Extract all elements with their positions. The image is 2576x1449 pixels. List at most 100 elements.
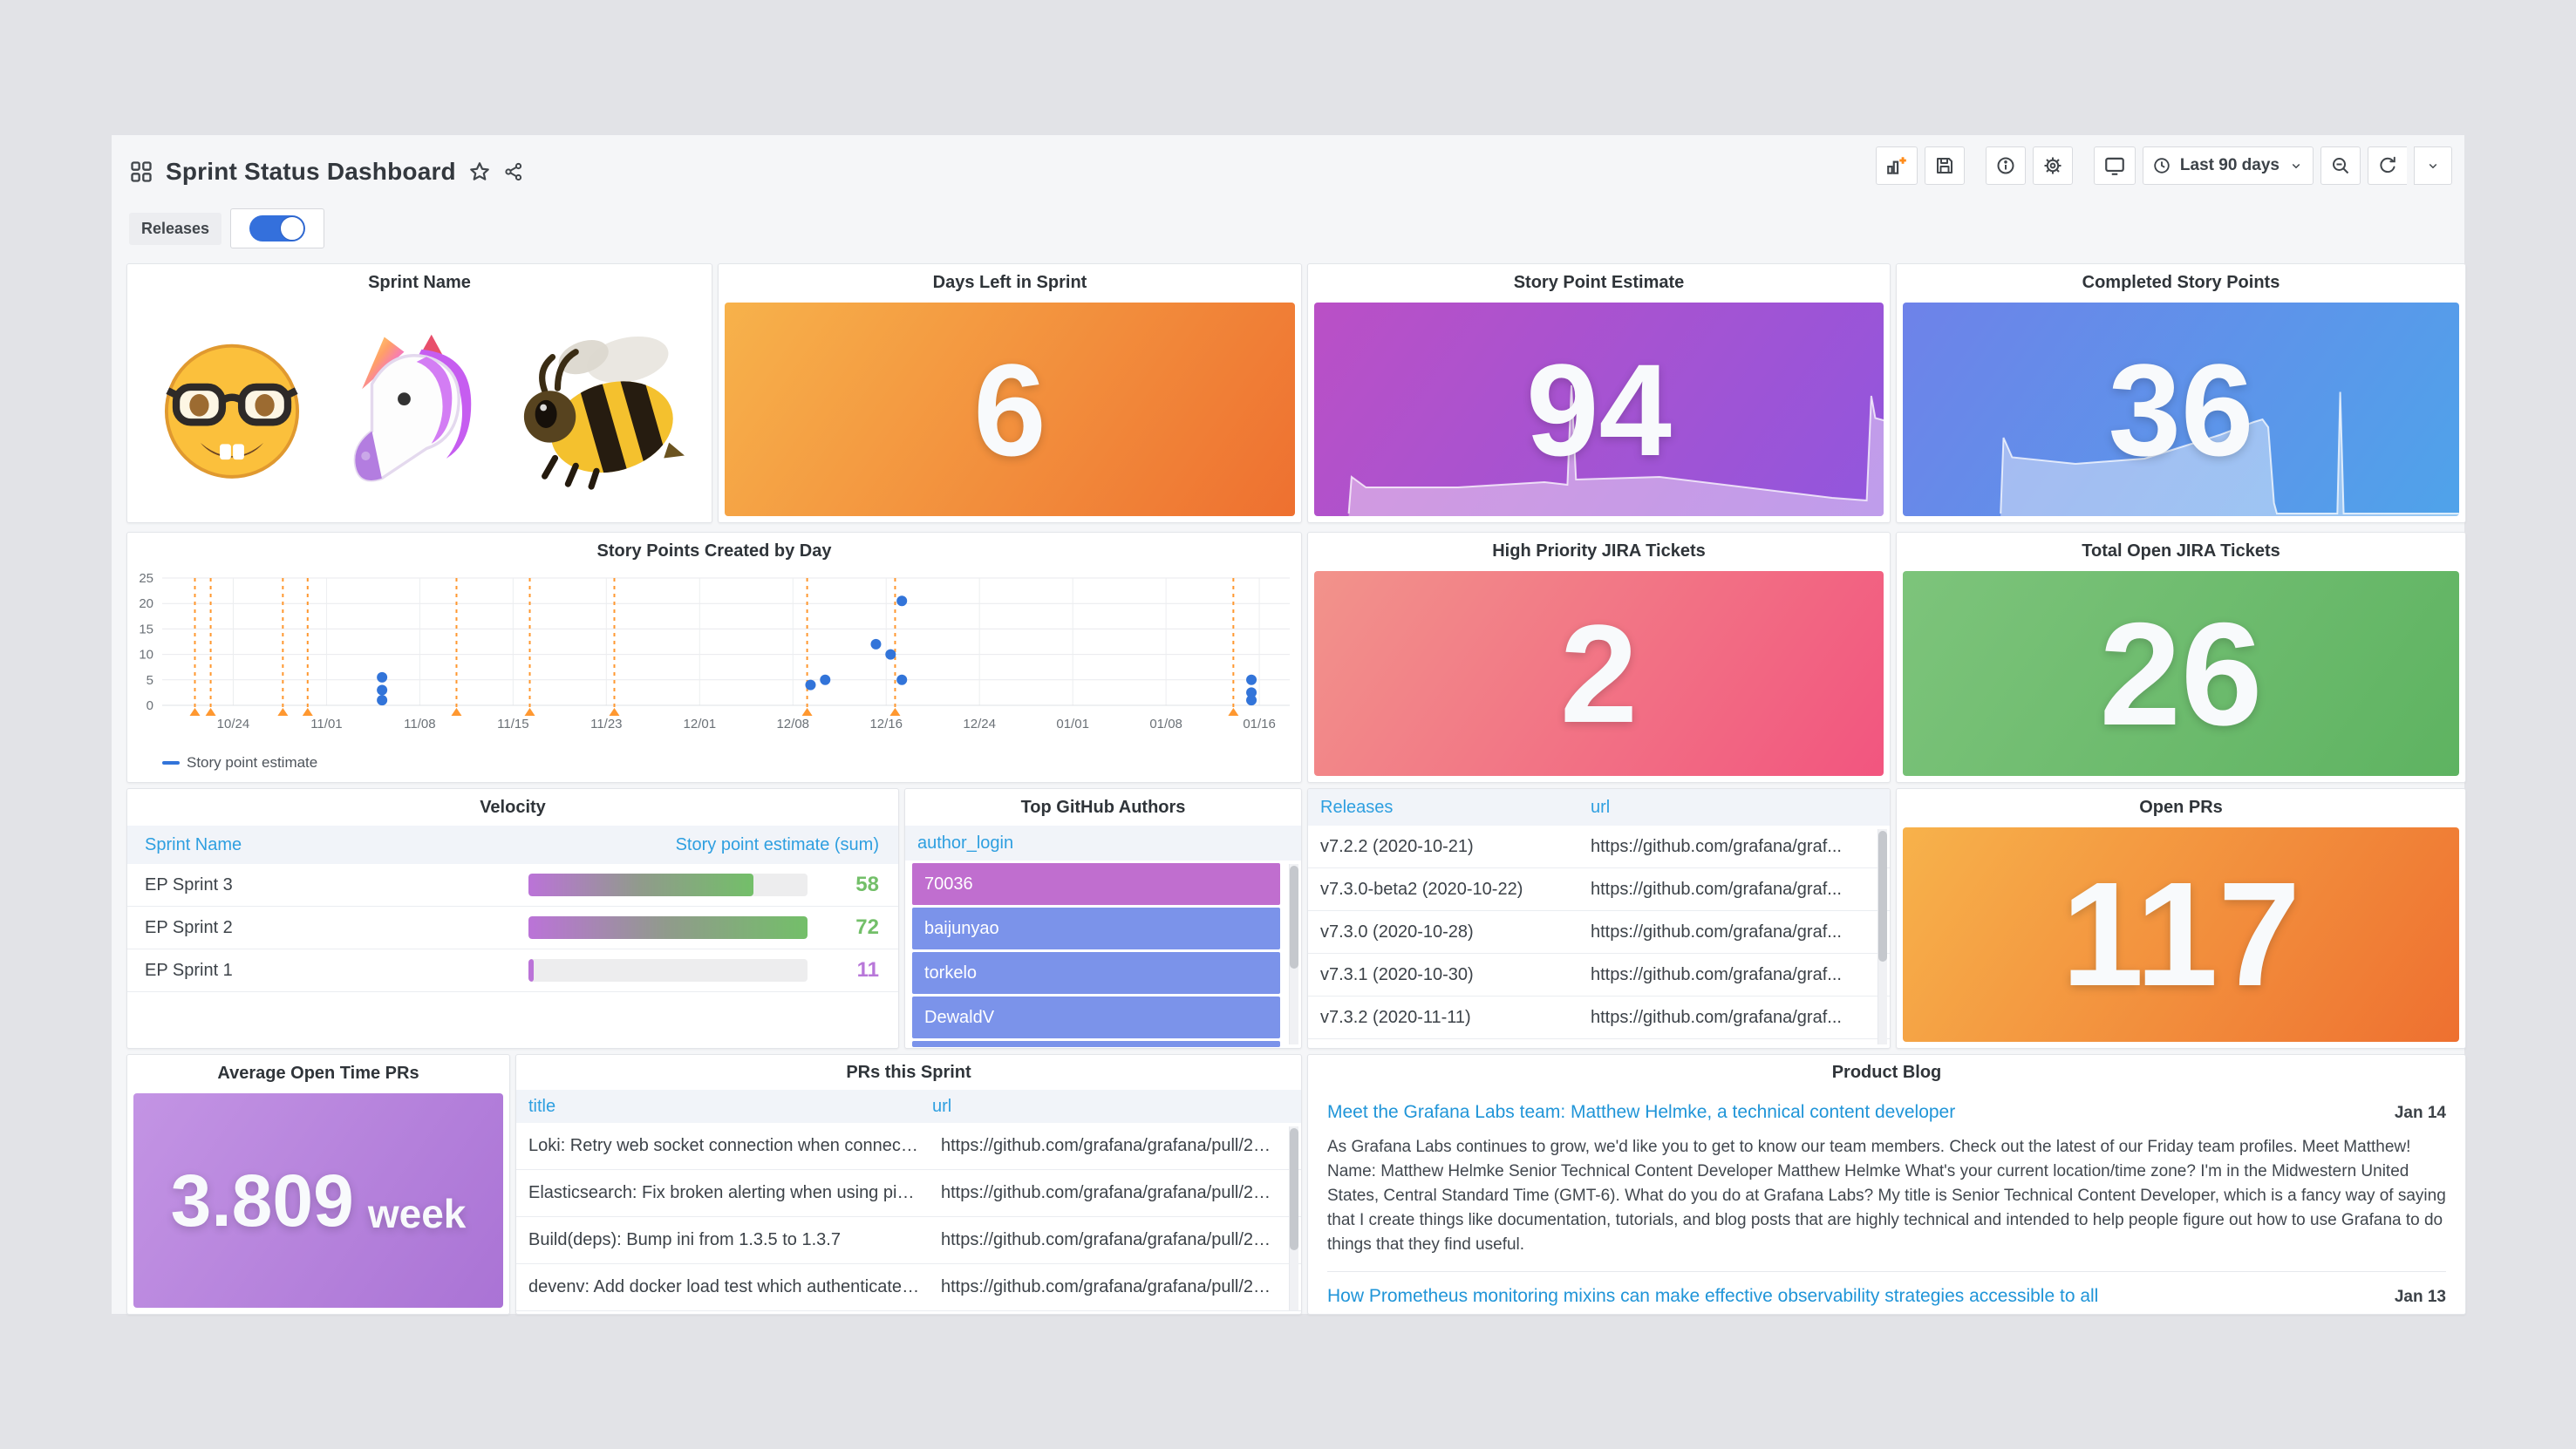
panel-prs-this-sprint: PRs this Sprint title url Loki: Retry we… xyxy=(515,1054,1302,1315)
panel-title[interactable]: Product Blog xyxy=(1308,1055,2465,1090)
panel-title[interactable]: Velocity xyxy=(127,789,898,826)
blog-article-link[interactable]: How Prometheus monitoring mixins can mak… xyxy=(1327,1286,2098,1307)
refresh-button[interactable] xyxy=(2368,146,2407,185)
authors-scrollbar[interactable] xyxy=(1289,864,1298,1044)
stat-value: 3.809 xyxy=(171,1164,354,1237)
velocity-row: EP Sprint 358 xyxy=(127,864,898,907)
panel-high-priority-jira: High Priority JIRA Tickets 2 xyxy=(1307,532,1891,783)
release-url-cell[interactable]: https://github.com/grafana/graf... xyxy=(1578,965,1890,985)
pr-url-cell[interactable]: https://github.com/grafana/grafana/pull/… xyxy=(929,1230,1301,1250)
release-row: v7.3.1 (2020-10-30)https://github.com/gr… xyxy=(1308,954,1890,997)
refresh-interval-dropdown[interactable] xyxy=(2414,146,2452,185)
panel-title[interactable]: PRs this Sprint xyxy=(516,1055,1301,1090)
time-range-label: Last 90 days xyxy=(2180,156,2280,175)
story-point-value-cell: 72 xyxy=(808,915,898,940)
release-url-cell[interactable]: https://github.com/grafana/graf... xyxy=(1578,880,1890,900)
blog-article: Meet the Grafana Labs team: Matthew Helm… xyxy=(1327,1102,2446,1257)
release-row: v7.3.0-beta2 (2020-10-22)https://github.… xyxy=(1308,868,1890,911)
release-version-cell: v7.2.2 (2020-10-21) xyxy=(1308,837,1578,857)
panel-title[interactable]: Story Point Estimate xyxy=(1308,264,1890,301)
column-header-story-point-estimate[interactable]: Story point estimate (sum) xyxy=(528,835,898,855)
svg-text:01/08: 01/08 xyxy=(1149,717,1182,731)
author-row: torkelo xyxy=(912,952,1280,994)
release-row: v7.3.0 (2020-10-28)https://github.com/gr… xyxy=(1308,911,1890,954)
panel-title[interactable]: Completed Story Points xyxy=(1897,264,2465,301)
panel-open-prs: Open PRs 117 xyxy=(1896,788,2466,1049)
panel-product-blog: Product Blog Meet the Grafana Labs team:… xyxy=(1307,1054,2466,1315)
velocity-bar xyxy=(528,874,808,896)
panel-sprint-name: Sprint Name xyxy=(126,263,712,523)
svg-text:25: 25 xyxy=(139,571,153,586)
velocity-bar xyxy=(528,959,808,982)
release-version-cell: v7.3.2 (2020-11-11) xyxy=(1308,1008,1578,1028)
svg-text:11/23: 11/23 xyxy=(590,717,622,731)
column-header-releases[interactable]: Releases xyxy=(1308,798,1578,818)
time-range-picker[interactable]: Last 90 days xyxy=(2143,146,2314,185)
pr-url-cell[interactable]: https://github.com/grafana/grafana/pull/… xyxy=(929,1183,1301,1203)
honeybee-emoji xyxy=(514,328,685,490)
svg-text:12/08: 12/08 xyxy=(776,717,809,731)
prs-table-body: Loki: Retry web socket connection when c… xyxy=(516,1123,1301,1311)
pr-title-cell: devenv: Add docker load test which authe… xyxy=(516,1277,929,1297)
column-header-title[interactable]: title xyxy=(516,1097,920,1117)
panel-title[interactable]: Total Open JIRA Tickets xyxy=(1897,533,2465,569)
pr-url-cell[interactable]: https://github.com/grafana/grafana/pull/… xyxy=(929,1277,1301,1297)
add-panel-button[interactable] xyxy=(1876,146,1918,185)
velocity-row: EP Sprint 111 xyxy=(127,949,898,992)
panel-title[interactable]: Story Points Created by Day xyxy=(127,533,1301,569)
panel-story-point-estimate: Story Point Estimate 94 xyxy=(1307,263,1891,523)
stat-value: 2 xyxy=(1560,604,1638,744)
story-point-estimate-stat: 94 xyxy=(1314,303,1884,516)
author-row: DewaldV xyxy=(912,997,1280,1038)
svg-text:15: 15 xyxy=(139,622,153,636)
svg-text:12/24: 12/24 xyxy=(963,717,996,731)
save-dashboard-button[interactable] xyxy=(1925,146,1965,185)
panel-title[interactable]: Average Open Time PRs xyxy=(127,1055,509,1092)
dashboard-settings-button[interactable] xyxy=(2033,146,2073,185)
svg-text:01/16: 01/16 xyxy=(1243,717,1276,731)
column-header-url[interactable]: url xyxy=(920,1097,1301,1117)
blog-article-body: As Grafana Labs continues to grow, we'd … xyxy=(1327,1135,2446,1257)
panel-title[interactable]: High Priority JIRA Tickets xyxy=(1308,533,1890,569)
scrollbar-thumb[interactable] xyxy=(1290,1128,1298,1250)
releases-toggle-pill[interactable] xyxy=(249,215,305,242)
zoom-out-time-button[interactable] xyxy=(2320,146,2361,185)
release-url-cell[interactable]: https://github.com/grafana/graf... xyxy=(1578,837,1890,857)
scatter-plot: 051015202510/2411/0111/0811/1511/2312/01… xyxy=(127,569,1299,744)
prs-scrollbar[interactable] xyxy=(1289,1126,1298,1310)
apps-grid-icon xyxy=(129,160,153,184)
svg-text:01/01: 01/01 xyxy=(1056,717,1089,731)
pr-url-cell[interactable]: https://github.com/grafana/grafana/pull/… xyxy=(929,1136,1301,1156)
scrollbar-thumb[interactable] xyxy=(1290,866,1298,969)
svg-text:10/24: 10/24 xyxy=(217,717,250,731)
unicorn-emoji xyxy=(332,330,491,488)
panel-title[interactable]: Open PRs xyxy=(1897,789,2465,826)
dashboard-insights-button[interactable] xyxy=(1986,146,2026,185)
scrollbar-thumb[interactable] xyxy=(1878,831,1887,962)
releases-scrollbar[interactable] xyxy=(1877,829,1887,1044)
release-row: v7.2.2 (2020-10-21)https://github.com/gr… xyxy=(1308,826,1890,868)
blog-article-link[interactable]: Meet the Grafana Labs team: Matthew Helm… xyxy=(1327,1102,1955,1123)
releases-toggle[interactable] xyxy=(230,208,324,248)
panel-title[interactable]: Days Left in Sprint xyxy=(719,264,1301,301)
author-row: 70036 xyxy=(912,863,1280,905)
share-dashboard-button[interactable] xyxy=(503,161,524,182)
total-open-jira-stat: 26 xyxy=(1903,571,2459,776)
panel-title[interactable]: Top GitHub Authors xyxy=(905,789,1301,826)
sprint-name-cell: EP Sprint 3 xyxy=(127,875,528,895)
release-url-cell[interactable]: https://github.com/grafana/graf... xyxy=(1578,922,1890,942)
panel-title[interactable]: Sprint Name xyxy=(127,264,712,301)
svg-text:20: 20 xyxy=(139,596,153,611)
releases-variable-label: Releases xyxy=(129,213,221,245)
release-version-cell: v7.3.0-beta2 (2020-10-22) xyxy=(1308,880,1578,900)
release-url-cell[interactable]: https://github.com/grafana/graf... xyxy=(1578,1008,1890,1028)
column-header-url[interactable]: url xyxy=(1578,798,1890,818)
completed-story-points-stat: 36 xyxy=(1903,303,2459,516)
cycle-view-mode-button[interactable] xyxy=(2094,146,2136,185)
svg-text:0: 0 xyxy=(147,698,153,713)
legend-item-story-point-estimate[interactable]: Story point estimate xyxy=(162,754,317,772)
stat-value: 94 xyxy=(1526,344,1672,475)
star-dashboard-button[interactable] xyxy=(468,160,491,183)
column-header-sprint-name[interactable]: Sprint Name xyxy=(127,835,528,855)
column-header-author-login[interactable]: author_login xyxy=(905,826,1301,861)
